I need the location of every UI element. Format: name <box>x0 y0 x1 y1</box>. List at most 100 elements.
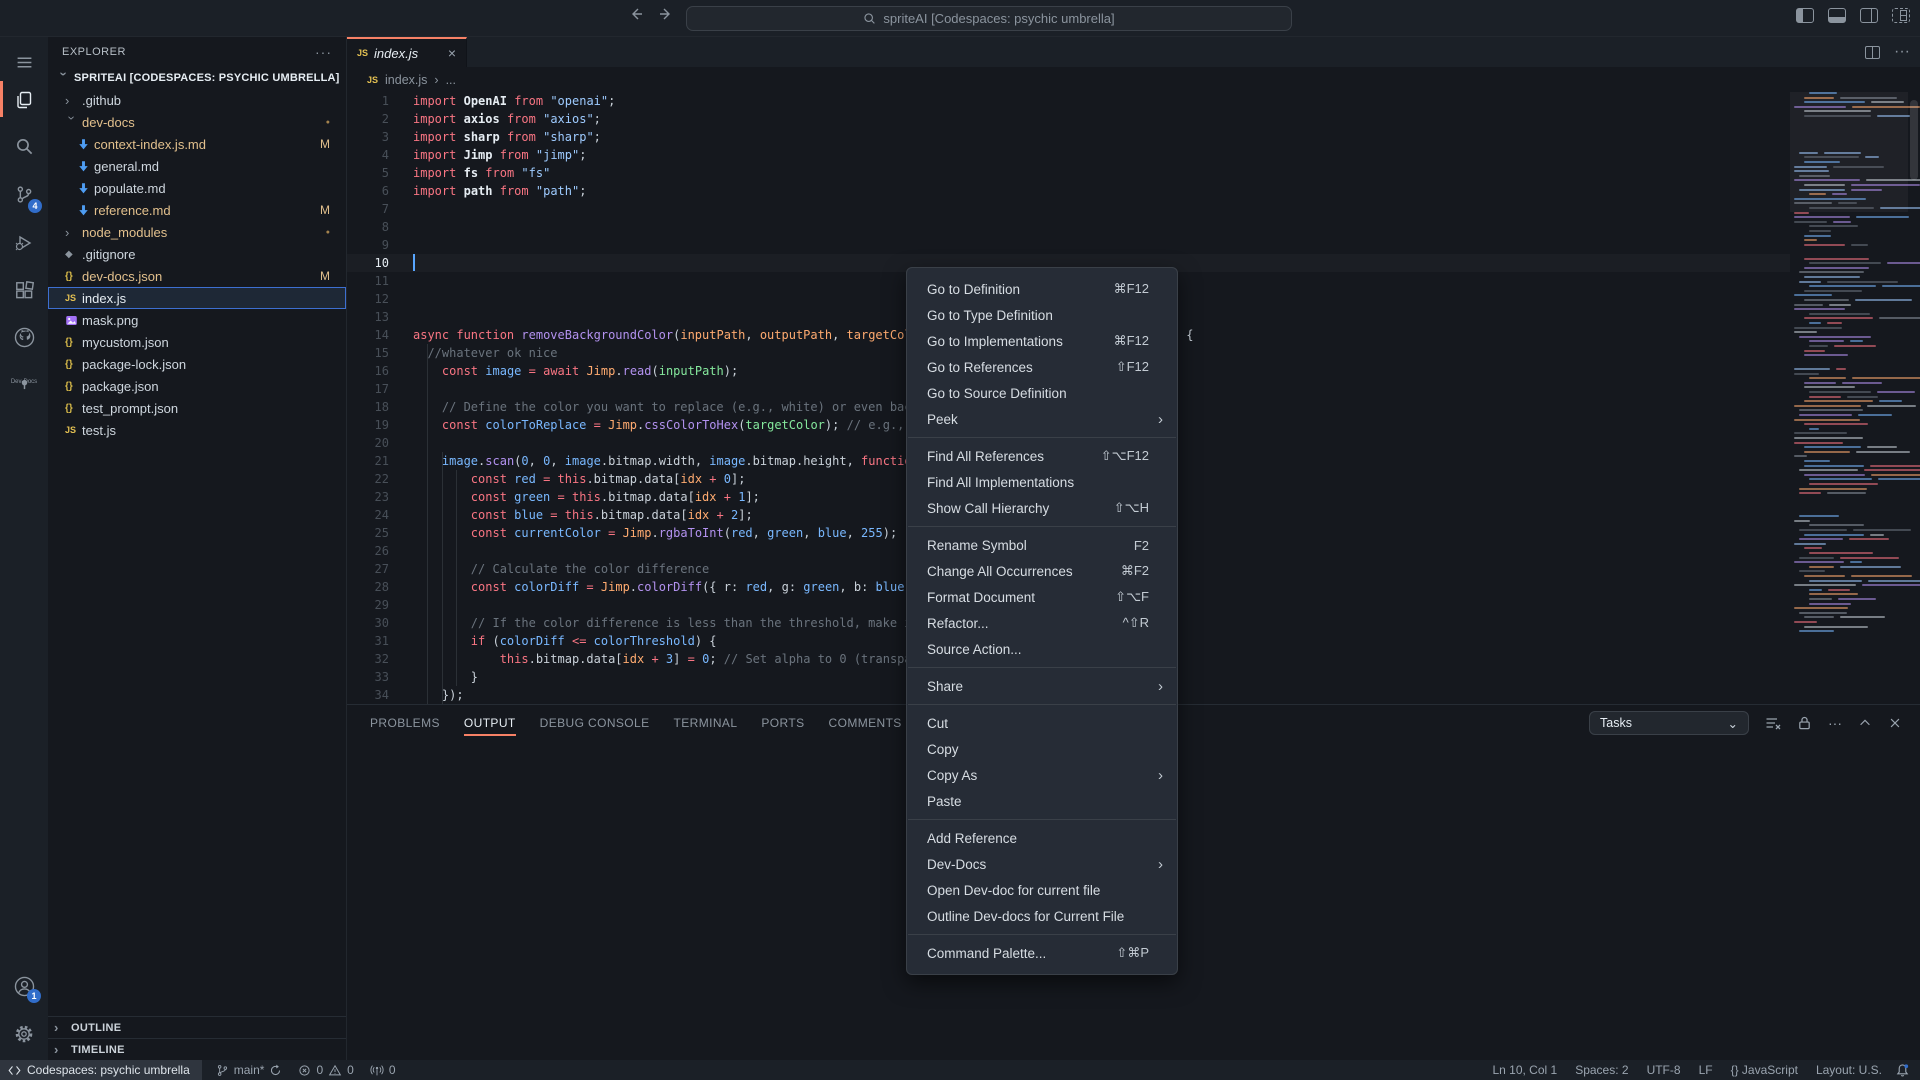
ports-indicator[interactable]: 0 <box>362 1060 404 1080</box>
menu-item-source-action[interactable]: Source Action... <box>907 636 1177 662</box>
panel-tab-comments[interactable]: COMMENTS <box>817 705 914 741</box>
status-ln-10-col-1[interactable]: Ln 10, Col 1 <box>1483 1060 1566 1080</box>
tree-item-context-index-js-md[interactable]: context-index.js.md M <box>48 133 346 155</box>
clear-output-icon[interactable] <box>1765 715 1781 731</box>
menu-item-go-to-references[interactable]: Go to References ⇧F12 <box>907 354 1177 380</box>
explorer-more-actions-icon[interactable]: ··· <box>315 44 332 60</box>
back-arrow-icon[interactable] <box>628 6 644 22</box>
outline-section[interactable]: › OUTLINE <box>48 1016 346 1038</box>
tree-item-dev-docs[interactable]: › dev-docs ● <box>48 111 346 133</box>
accounts-icon[interactable]: 1 <box>0 969 48 1003</box>
breadcrumb-symbol[interactable]: ... <box>446 73 456 87</box>
tree-item-mask-png[interactable]: mask.png <box>48 309 346 331</box>
tree-item-node-modules[interactable]: › node_modules ● <box>48 221 346 243</box>
menu-item-show-call-hierarchy[interactable]: Show Call Hierarchy ⇧⌥H <box>907 495 1177 521</box>
status-utf-8[interactable]: UTF-8 <box>1638 1060 1690 1080</box>
panel-tab-problems[interactable]: PROBLEMS <box>358 705 452 741</box>
close-icon[interactable]: × <box>448 45 456 61</box>
tree-item-general-md[interactable]: general.md <box>48 155 346 177</box>
tree-item--github[interactable]: › .github <box>48 89 346 111</box>
code-line-4[interactable]: 4 import Jimp from "jimp"; <box>347 146 1790 164</box>
breadcrumb[interactable]: JS index.js › ... <box>347 67 1920 92</box>
menu-item-go-to-type-definition[interactable]: Go to Type Definition <box>907 302 1177 328</box>
tab-index-js[interactable]: JS index.js × <box>347 37 467 67</box>
menu-item-find-all-references[interactable]: Find All References ⇧⌥F12 <box>907 443 1177 469</box>
project-root-row[interactable]: › SPRITEAI [CODESPACES: PSYCHIC UMBRELLA… <box>48 67 346 89</box>
command-center-search[interactable]: spriteAI [Codespaces: psychic umbrella] <box>686 6 1292 31</box>
tree-item-mycustom-json[interactable]: {} mycustom.json <box>48 331 346 353</box>
run-debug-icon[interactable] <box>0 226 48 260</box>
toggle-secondary-sidebar-icon[interactable] <box>1860 8 1878 23</box>
tasks-dropdown[interactable]: Tasks ⌄ <box>1589 711 1749 735</box>
menu-item-find-all-implementations[interactable]: Find All Implementations <box>907 469 1177 495</box>
tree-item-test-js[interactable]: JS test.js <box>48 419 346 441</box>
menu-item-rename-symbol[interactable]: Rename Symbol F2 <box>907 532 1177 558</box>
menu-item-open-dev-doc-for-current-file[interactable]: Open Dev-doc for current file <box>907 877 1177 903</box>
tree-item--gitignore[interactable]: ◆ .gitignore <box>48 243 346 265</box>
source-control-icon[interactable]: 4 <box>0 177 48 213</box>
panel-tab-ports[interactable]: PORTS <box>749 705 816 741</box>
code-line-6[interactable]: 6 import path from "path"; <box>347 182 1790 200</box>
menu-item-outline-dev-docs-for-current-file[interactable]: Outline Dev-docs for Current File <box>907 903 1177 929</box>
status-lf[interactable]: LF <box>1690 1060 1722 1080</box>
menu-hamburger-icon[interactable] <box>0 45 48 79</box>
menu-item-change-all-occurrences[interactable]: Change All Occurrences ⌘F2 <box>907 558 1177 584</box>
breadcrumb-file[interactable]: index.js <box>385 73 427 87</box>
menu-item-share[interactable]: Share › <box>907 673 1177 699</box>
code-line-3[interactable]: 3 import sharp from "sharp"; <box>347 128 1790 146</box>
menu-item-peek[interactable]: Peek › <box>907 406 1177 432</box>
customize-layout-icon[interactable] <box>1892 8 1910 23</box>
status-layout-u-s[interactable]: Layout: U.S. <box>1807 1060 1891 1080</box>
tree-item-test-prompt-json[interactable]: {} test_prompt.json <box>48 397 346 419</box>
panel-tab-terminal[interactable]: TERMINAL <box>662 705 750 741</box>
menu-item-copy-as[interactable]: Copy As › <box>907 762 1177 788</box>
minimap[interactable] <box>1790 92 1920 704</box>
code-line-5[interactable]: 5 import fs from "fs" <box>347 164 1790 182</box>
menu-item-format-document[interactable]: Format Document ⇧⌥F <box>907 584 1177 610</box>
status-javascript[interactable]: {} JavaScript <box>1722 1060 1807 1080</box>
tree-item-package-lock-json[interactable]: {} package-lock.json <box>48 353 346 375</box>
menu-item-command-palette[interactable]: Command Palette... ⇧⌘P <box>907 940 1177 966</box>
toggle-panel-icon[interactable] <box>1828 8 1846 23</box>
panel-tab-debug-console[interactable]: DEBUG CONSOLE <box>528 705 662 741</box>
menu-item-go-to-source-definition[interactable]: Go to Source Definition <box>907 380 1177 406</box>
forward-arrow-icon[interactable] <box>658 6 674 22</box>
menu-item-paste[interactable]: Paste <box>907 788 1177 814</box>
problems-indicator[interactable]: 0 0 <box>290 1060 361 1080</box>
tree-item-populate-md[interactable]: populate.md <box>48 177 346 199</box>
branch-indicator[interactable]: main* <box>208 1060 291 1080</box>
settings-gear-icon[interactable] <box>0 1017 48 1051</box>
explorer-icon[interactable] <box>0 83 48 117</box>
menu-item-copy[interactable]: Copy <box>907 736 1177 762</box>
menu-item-dev-docs[interactable]: Dev-Docs › <box>907 851 1177 877</box>
status-spaces-2[interactable]: Spaces: 2 <box>1566 1060 1637 1080</box>
split-editor-icon[interactable] <box>1865 45 1881 59</box>
tree-item-index-js[interactable]: JS index.js <box>48 287 346 309</box>
search-view-icon[interactable] <box>0 129 48 163</box>
lock-icon[interactable] <box>1797 715 1812 731</box>
tree-item-reference-md[interactable]: reference.md M <box>48 199 346 221</box>
code-line-2[interactable]: 2 import axios from "axios"; <box>347 110 1790 128</box>
editor-more-actions-icon[interactable]: ··· <box>1894 43 1910 61</box>
extensions-icon[interactable] <box>0 273 48 307</box>
menu-item-go-to-implementations[interactable]: Go to Implementations ⌘F12 <box>907 328 1177 354</box>
notifications-bell-icon[interactable] <box>1895 1063 1910 1078</box>
timeline-section[interactable]: › TIMELINE <box>48 1038 346 1060</box>
vertical-scrollbar[interactable] <box>1910 100 1918 180</box>
menu-item-cut[interactable]: Cut <box>907 710 1177 736</box>
panel-more-actions-icon[interactable]: ··· <box>1828 715 1842 731</box>
menu-item-refactor[interactable]: Refactor... ^⇧R <box>907 610 1177 636</box>
close-panel-icon[interactable] <box>1888 716 1902 730</box>
code-line-7[interactable]: 7 <box>347 200 1790 218</box>
panel-tab-output[interactable]: OUTPUT <box>452 705 528 741</box>
toggle-primary-sidebar-icon[interactable] <box>1796 8 1814 23</box>
github-icon[interactable] <box>0 320 48 354</box>
remote-indicator[interactable]: Codespaces: psychic umbrella <box>0 1060 202 1080</box>
tree-item-dev-docs-json[interactable]: {} dev-docs.json M <box>48 265 346 287</box>
code-line-8[interactable]: 8 <box>347 218 1790 236</box>
menu-item-go-to-definition[interactable]: Go to Definition ⌘F12 <box>907 276 1177 302</box>
maximize-panel-icon[interactable] <box>1858 716 1872 730</box>
code-line-9[interactable]: 9 <box>347 236 1790 254</box>
code-line-1[interactable]: 1 import OpenAI from "openai"; <box>347 92 1790 110</box>
tree-item-package-json[interactable]: {} package.json <box>48 375 346 397</box>
